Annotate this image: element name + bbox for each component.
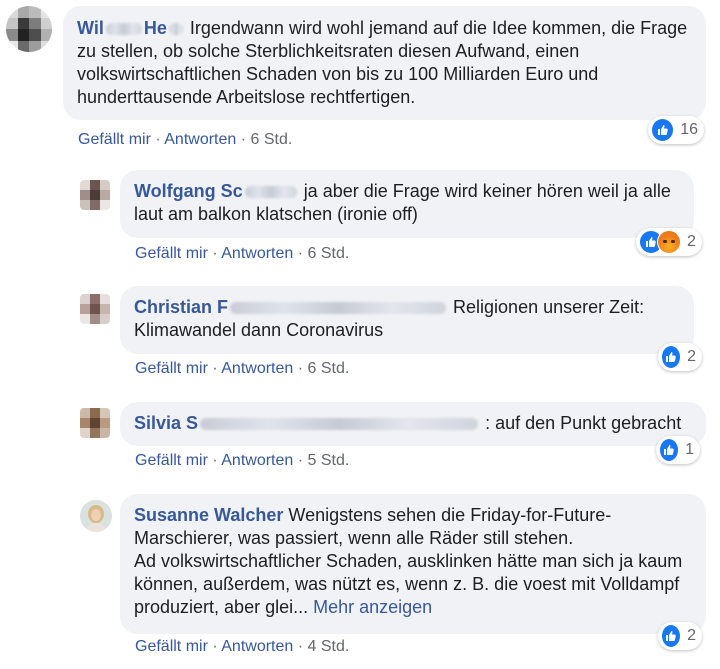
profile-photo-icon [80,500,112,532]
reaction-summary[interactable]: 16 [648,116,704,144]
comment-actions: Gefällt mir · Antworten · 4 Std. [135,638,350,655]
comment-bubble: Christian F Religionen unserer Zeit: Kli… [120,286,694,354]
avatar[interactable] [80,294,110,324]
reply-link[interactable]: Antworten [221,360,293,377]
comment-actions: Gefällt mir · Antworten · 6 Std. [135,245,350,262]
like-link[interactable]: Gefällt mir [135,452,208,469]
comment-time[interactable]: 6 Std. [308,360,350,377]
reaction-count: 2 [687,627,696,644]
comment-bubble: Susanne Walcher Wenigstens sehen die Fri… [120,494,706,634]
like-link[interactable]: Gefällt mir [78,131,151,148]
reaction-count: 2 [687,233,696,250]
like-icon [651,118,675,142]
reaction-count: 16 [680,121,698,138]
show-more-link[interactable]: Mehr anzeigen [313,597,432,617]
comment-time[interactable]: 5 Std. [308,452,350,469]
like-icon [659,438,680,462]
comment-actions: Gefällt mir · Antworten · 6 Std. [135,360,350,377]
reaction-summary[interactable]: 2 [636,228,702,256]
comment-actions: Gefällt mir · Antworten · 5 Std. [135,452,350,469]
comment-time[interactable]: 6 Std. [251,131,293,148]
reaction-count: 1 [685,441,694,458]
reaction-summary[interactable]: 1 [656,436,700,464]
commenter-name[interactable]: Susanne Walcher [134,505,283,525]
angry-icon [657,230,681,254]
reply-link[interactable]: Antworten [221,638,293,655]
comment-bubble: Wil He Irgendwann wird wohl jemand auf di… [63,6,706,120]
like-link[interactable]: Gefällt mir [135,360,208,377]
reaction-summary[interactable]: 2 [658,343,702,371]
avatar[interactable] [80,500,112,532]
like-icon [661,624,682,648]
comment-text: : auf den Punkt gebracht [485,413,682,433]
like-icon [661,345,682,369]
like-link[interactable]: Gefällt mir [135,638,208,655]
like-link[interactable]: Gefällt mir [135,245,208,262]
comment-bubble: Silvia S : auf den Punkt gebracht [120,402,706,446]
reply-link[interactable]: Antworten [221,245,293,262]
comment-actions: Gefällt mir · Antworten · 6 Std. [78,131,293,148]
comment-time[interactable]: 4 Std. [308,638,350,655]
reply-link[interactable]: Antworten [221,452,293,469]
commenter-name[interactable]: Wil He [77,18,185,38]
reply-link[interactable]: Antworten [164,131,236,148]
comment-time[interactable]: 6 Std. [308,245,350,262]
avatar[interactable] [80,408,110,438]
commenter-name[interactable]: Christian F [134,297,448,317]
reaction-count: 2 [687,348,696,365]
commenter-name[interactable]: Silvia S [134,413,480,433]
reaction-summary[interactable]: 2 [658,622,702,650]
avatar[interactable] [6,6,52,52]
commenter-name[interactable]: Wolfgang Sc [134,181,299,201]
avatar[interactable] [80,180,110,210]
comment-bubble: Wolfgang Sc ja aber die Frage wird keine… [120,170,694,238]
